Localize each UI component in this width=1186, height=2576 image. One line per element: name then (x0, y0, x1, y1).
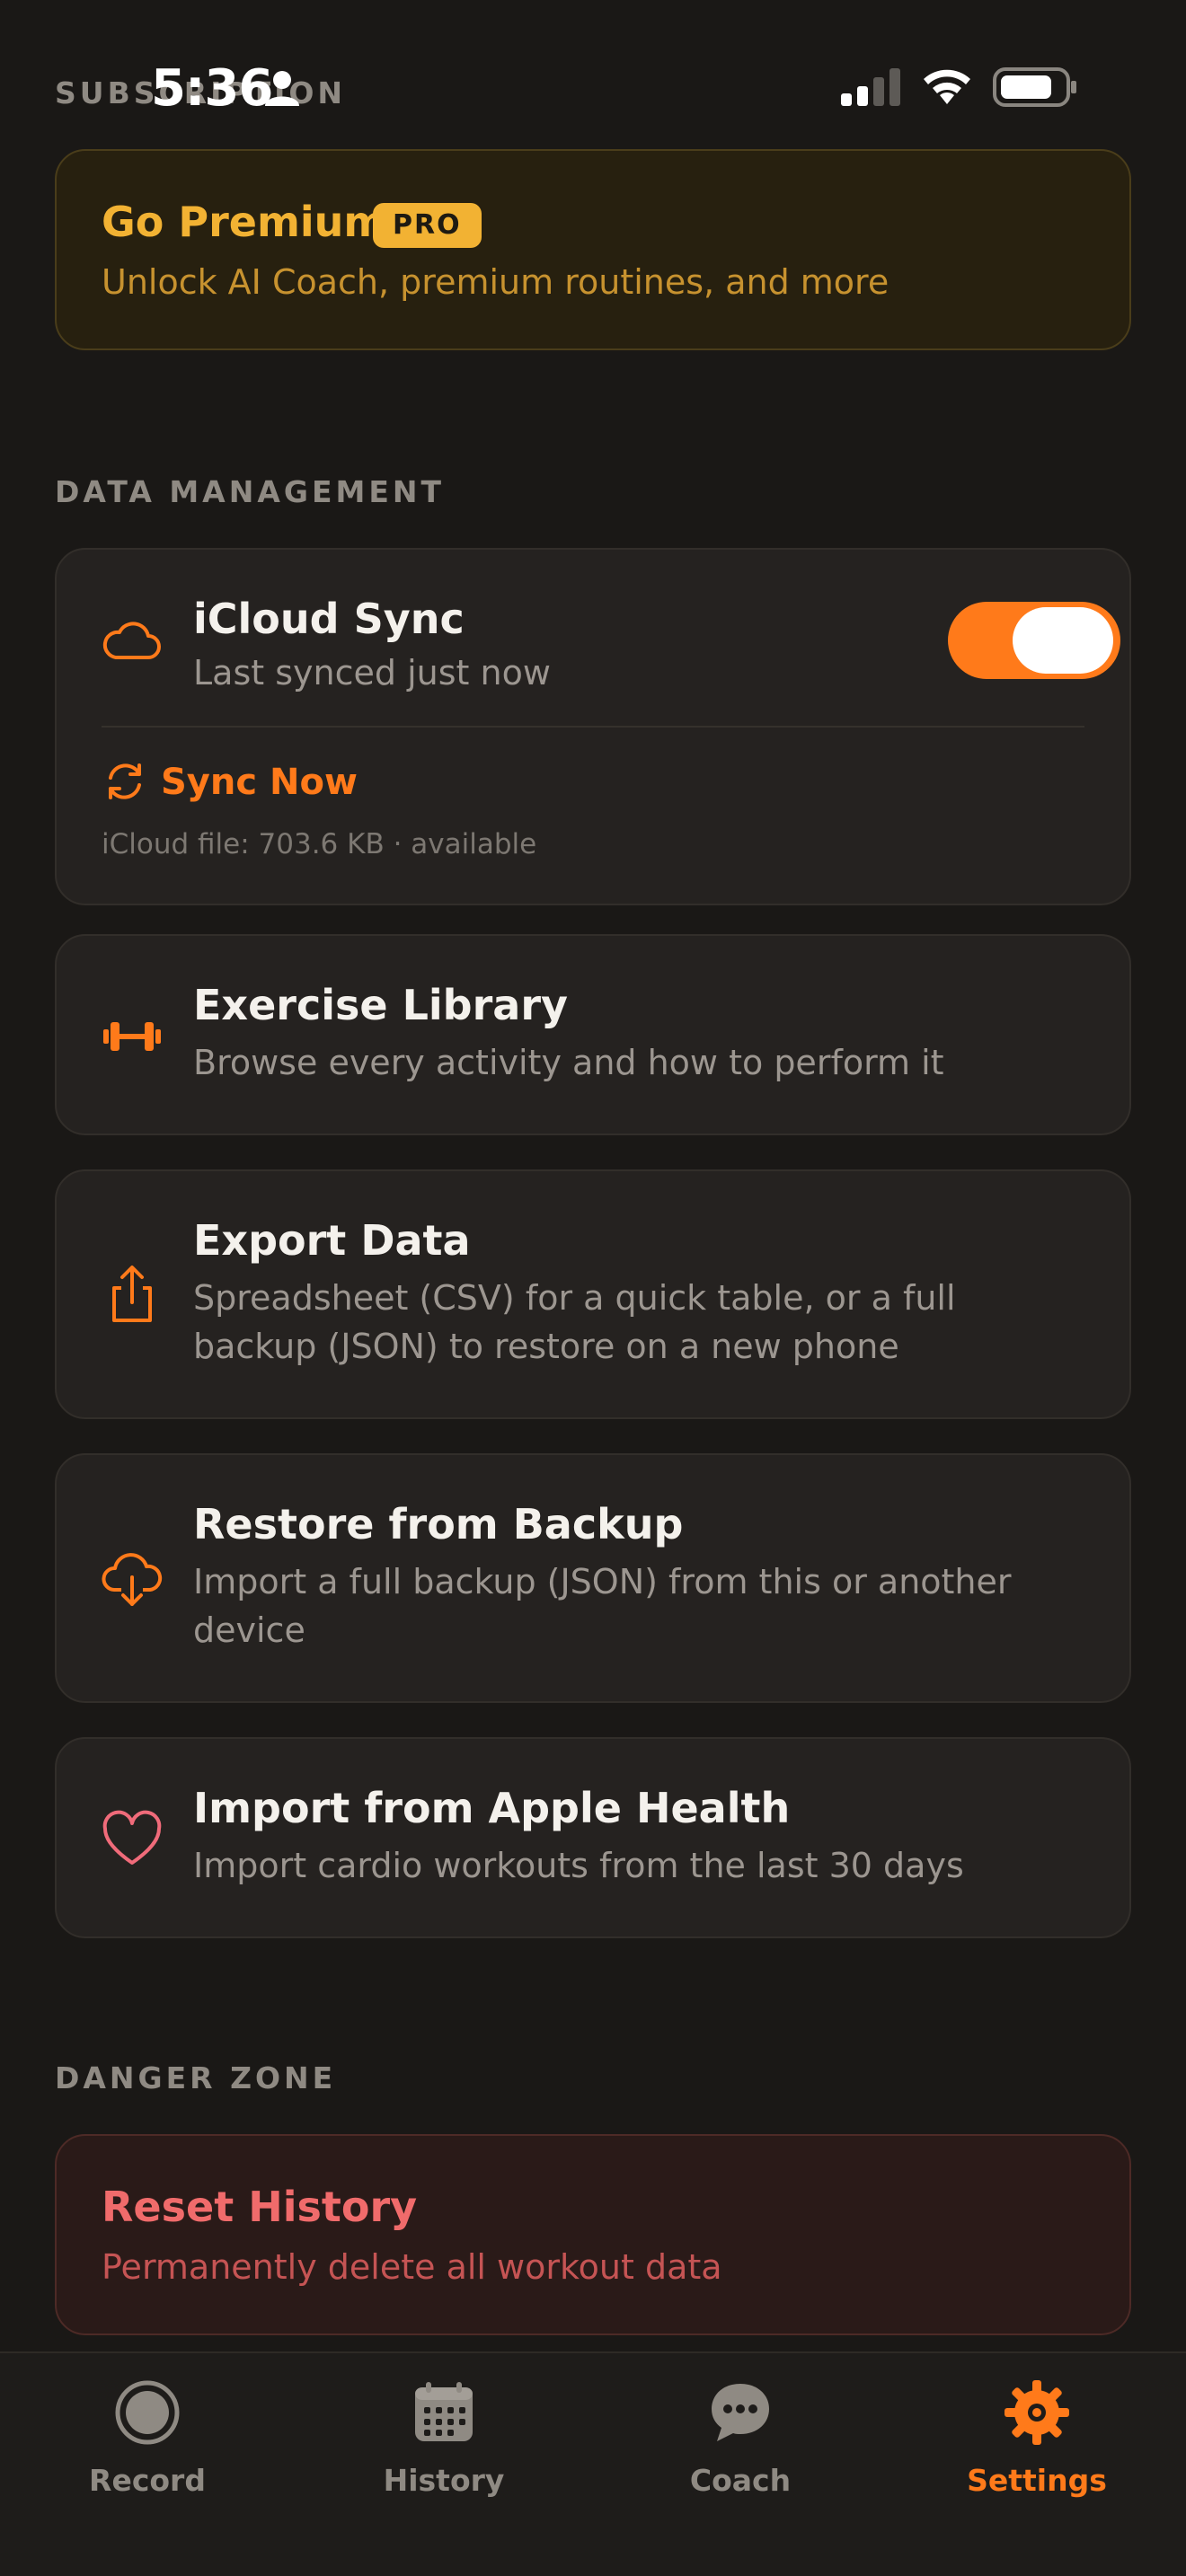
tab-label: Settings (967, 2463, 1107, 2498)
exercise-library-row[interactable]: Exercise Library Browse every activity a… (55, 934, 1131, 1135)
status-time: 5:36 (151, 59, 273, 118)
sync-icon (109, 763, 141, 799)
row-title: Import from Apple Health (193, 1784, 791, 1832)
icloud-sync-subtitle: Last synced just now (193, 653, 551, 693)
icloud-sync-toggle[interactable] (948, 602, 1120, 679)
share-icon (112, 1266, 152, 1322)
reset-history-card[interactable]: Reset History Permanently delete all wor… (55, 2134, 1131, 2335)
reset-history-title: Reset History (102, 2183, 418, 2231)
icloud-file-info: iCloud file: 703.6 KB · available (102, 828, 537, 860)
tab-label: History (383, 2463, 505, 2498)
section-header-data-management: DATA MANAGEMENT (55, 474, 446, 509)
cloud-download-icon (102, 1553, 163, 1606)
toggle-knob (1013, 607, 1113, 674)
tab-label: Coach (689, 2463, 792, 2498)
restore-from-backup-row[interactable]: Restore from Backup Import a full backup… (55, 1453, 1131, 1703)
tab-settings[interactable]: Settings (929, 2371, 1145, 2506)
signal-icon (841, 68, 900, 106)
row-title: Exercise Library (193, 981, 569, 1029)
import-apple-health-row[interactable]: Import from Apple Health Import cardio w… (55, 1737, 1131, 1938)
tab-bar: Record History Coach Settings (0, 2351, 1186, 2576)
dumbbell-icon (103, 1022, 161, 1051)
heart-icon (102, 1810, 162, 1865)
premium-subtitle: Unlock AI Coach, premium routines, and m… (102, 262, 890, 302)
row-subtitle: Import cardio workouts from the last 30 … (193, 1846, 964, 1885)
row-subtitle: Spreadsheet (CSV) for a quick table, or … (193, 1278, 956, 1366)
gear-icon (1005, 2380, 1069, 2445)
cloud-icon (102, 622, 161, 659)
wifi-icon (924, 69, 970, 104)
tab-record[interactable]: Record (40, 2371, 255, 2506)
person-icon (265, 71, 299, 106)
premium-title: Go Premium (102, 198, 387, 246)
go-premium-card[interactable]: Go Premium PRO Unlock AI Coach, premium … (55, 149, 1131, 350)
icloud-sync-card: iCloud Sync Last synced just now Sync No… (55, 548, 1131, 905)
section-header-danger-zone: DANGER ZONE (55, 2060, 337, 2095)
divider (102, 726, 1084, 728)
row-subtitle: Import a full backup (JSON) from this or… (193, 1562, 1012, 1650)
sync-now-button[interactable]: Sync Now (161, 762, 358, 803)
settings-screen: SUBSCRIPTION 5:36 Go Premium PRO Unlock … (0, 0, 1186, 2576)
tab-history[interactable]: History (336, 2371, 552, 2506)
chat-bubble-icon (712, 2384, 769, 2441)
row-title: Export Data (193, 1216, 471, 1265)
export-data-row[interactable]: Export Data Spreadsheet (CSV) for a quic… (55, 1169, 1131, 1419)
row-title: Restore from Backup (193, 1500, 684, 1548)
reset-history-subtitle: Permanently delete all workout data (102, 2247, 722, 2287)
icloud-sync-title: iCloud Sync (193, 595, 465, 643)
pro-badge: PRO (373, 203, 482, 248)
tab-label: Record (89, 2463, 206, 2498)
tab-coach[interactable]: Coach (633, 2371, 848, 2506)
calendar-icon (415, 2382, 473, 2441)
row-subtitle: Browse every activity and how to perform… (193, 1043, 944, 1082)
record-icon (115, 2380, 180, 2445)
battery-icon (993, 67, 1076, 107)
